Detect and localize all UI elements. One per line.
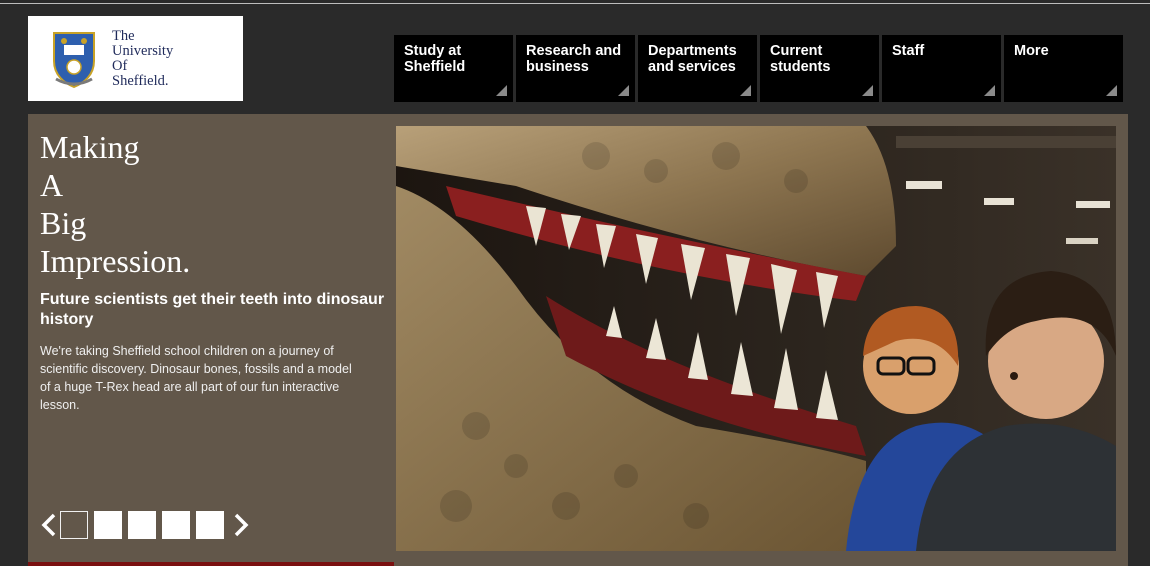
logo-line: The [112, 27, 135, 44]
slideshow-pager [38, 510, 252, 540]
expand-triangle-icon [984, 85, 995, 96]
university-crest-icon [53, 31, 95, 88]
nav-item-label: Departments and services [648, 43, 737, 75]
hero-story-title[interactable]: Future scientists get their teeth into d… [40, 290, 390, 330]
nav-item-more[interactable]: More [1004, 35, 1123, 102]
university-logo[interactable]: The University Of Sheffield. [28, 16, 243, 101]
bottom-accent-strip [28, 562, 394, 566]
nav-item-staff[interactable]: Staff [882, 35, 1001, 102]
logo-line: University [112, 42, 174, 59]
logo-line: Sheffield. [112, 72, 169, 89]
hero-story-description: We're taking Sheffield school children o… [40, 344, 352, 412]
nav-item-label: More [1014, 43, 1049, 59]
nav-item-departments[interactable]: Departments and services [638, 35, 757, 102]
nav-item-label: Study at Sheffield [404, 43, 466, 75]
headline-line: Impression. [40, 243, 191, 279]
nav-item-research[interactable]: Research and business [516, 35, 635, 102]
logo-wordmark: The University Of Sheffield. [112, 27, 174, 89]
top-divider [0, 3, 1150, 4]
slide-dot-3[interactable] [128, 511, 156, 539]
headline-line: A [40, 167, 64, 203]
nav-item-label: Staff [892, 43, 925, 59]
hero-slideshow: Making A Big Impression. Future scientis… [28, 114, 1128, 566]
headline-line: Making [40, 129, 140, 165]
hero-photo-dinosaur-children[interactable] [396, 126, 1116, 551]
expand-triangle-icon [1106, 85, 1117, 96]
expand-triangle-icon [862, 85, 873, 96]
expand-triangle-icon [740, 85, 751, 96]
slide-dot-2[interactable] [94, 511, 122, 539]
chevron-left-icon[interactable] [38, 510, 60, 540]
expand-triangle-icon [496, 85, 507, 96]
nav-item-label: Research and business [526, 43, 622, 75]
headline-line: Big [40, 205, 87, 241]
slide-dot-1[interactable] [60, 511, 88, 539]
expand-triangle-icon [618, 85, 629, 96]
slide-dot-4[interactable] [162, 511, 190, 539]
hero-headline: Making A Big Impression. [40, 128, 190, 280]
nav-item-current-students[interactable]: Current students [760, 35, 879, 102]
nav-item-study[interactable]: Study at Sheffield [394, 35, 513, 102]
logo-line: Of [112, 57, 128, 74]
nav-item-label: Current students [770, 43, 831, 75]
chevron-right-icon[interactable] [230, 510, 252, 540]
slide-dot-5[interactable] [196, 511, 224, 539]
main-navigation: Study at Sheffield Research and business… [394, 35, 1123, 102]
